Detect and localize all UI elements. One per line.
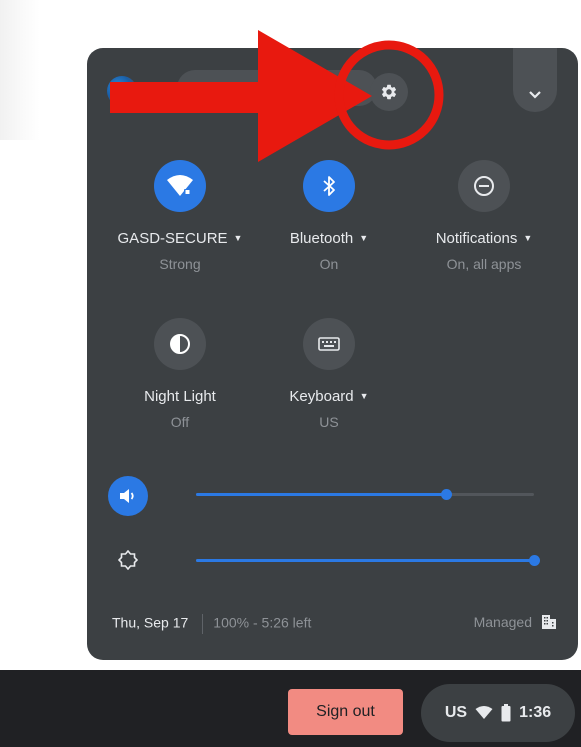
bluetooth-icon: [323, 176, 335, 196]
keyboard-icon: [318, 337, 340, 351]
wifi-icon: [475, 706, 493, 719]
battery-icon: [501, 704, 511, 722]
volume-slider-thumb[interactable]: [441, 489, 453, 500]
chevron-down-icon: [529, 91, 541, 99]
brightness-slider-thumb[interactable]: [529, 555, 540, 566]
user-avatar[interactable]: [107, 76, 137, 106]
bluetooth-tile: Bluetooth ▼ On: [259, 160, 399, 272]
enterprise-building-icon: [542, 615, 556, 629]
notifications-label[interactable]: Notifications ▼: [414, 230, 554, 247]
night-light-icon: [170, 334, 190, 354]
do-not-disturb-icon: [474, 176, 494, 196]
network-status: Strong: [159, 256, 201, 272]
network-toggle[interactable]: [154, 160, 206, 212]
keyboard-toggle[interactable]: [303, 318, 355, 370]
ime-indicator: US: [444, 704, 468, 721]
bluetooth-toggle[interactable]: [303, 160, 355, 212]
status-area-button[interactable]: US 1:36: [421, 684, 575, 742]
wifi-icon: [167, 175, 193, 196]
bluetooth-label[interactable]: Bluetooth ▼: [259, 230, 399, 247]
background-shade: [0, 0, 40, 140]
settings-gear-icon: [381, 84, 397, 100]
panel-footer: Thu, Sep 17 100% - 5:26 left: [112, 614, 311, 634]
brightness-slider[interactable]: [196, 555, 540, 566]
network-label[interactable]: GASD-SECURE ▼: [110, 230, 250, 247]
brightness-slider-fill: [196, 559, 534, 562]
bluetooth-status: On: [319, 256, 339, 272]
night-light-toggle[interactable]: [154, 318, 206, 370]
sign-out-button[interactable]: Sign out: [288, 689, 403, 735]
volume-slider-fill: [196, 493, 447, 496]
collapse-button[interactable]: [513, 48, 557, 112]
settings-button[interactable]: [370, 73, 408, 111]
night-light-label[interactable]: Night Light: [110, 388, 250, 405]
footer-divider: [202, 614, 204, 634]
notifications-status: On, all apps: [446, 256, 522, 272]
volume-mute-button[interactable]: [108, 476, 148, 516]
date-label[interactable]: Thu, Sep 17: [112, 615, 188, 631]
night-light-status: Off: [170, 414, 190, 430]
notifications-toggle[interactable]: [458, 160, 510, 212]
keyboard-layout: US: [319, 414, 339, 430]
battery-status[interactable]: 100% - 5:26 left: [213, 615, 311, 631]
network-tile: GASD-SECURE ▼ Strong: [110, 160, 250, 272]
keyboard-tile: Keyboard ▼ US: [259, 318, 399, 430]
notifications-tile: Notifications ▼ On, all apps: [414, 160, 554, 272]
night-light-tile: Night Light Off: [110, 318, 250, 430]
quick-settings-panel: GASD-SECURE ▼ Strong Bluetooth ▼ On Notifi…: [87, 48, 578, 660]
managed-indicator[interactable]: Managed: [474, 614, 556, 630]
volume-icon: [120, 489, 134, 503]
brightness-button: [108, 540, 148, 580]
clock-time: 1:36: [519, 704, 552, 721]
managed-label: Managed: [473, 614, 532, 630]
brightness-icon: [118, 550, 138, 570]
keyboard-label[interactable]: Keyboard ▼: [259, 388, 399, 405]
top-button-row: [177, 70, 377, 106]
volume-slider[interactable]: [196, 489, 534, 500]
